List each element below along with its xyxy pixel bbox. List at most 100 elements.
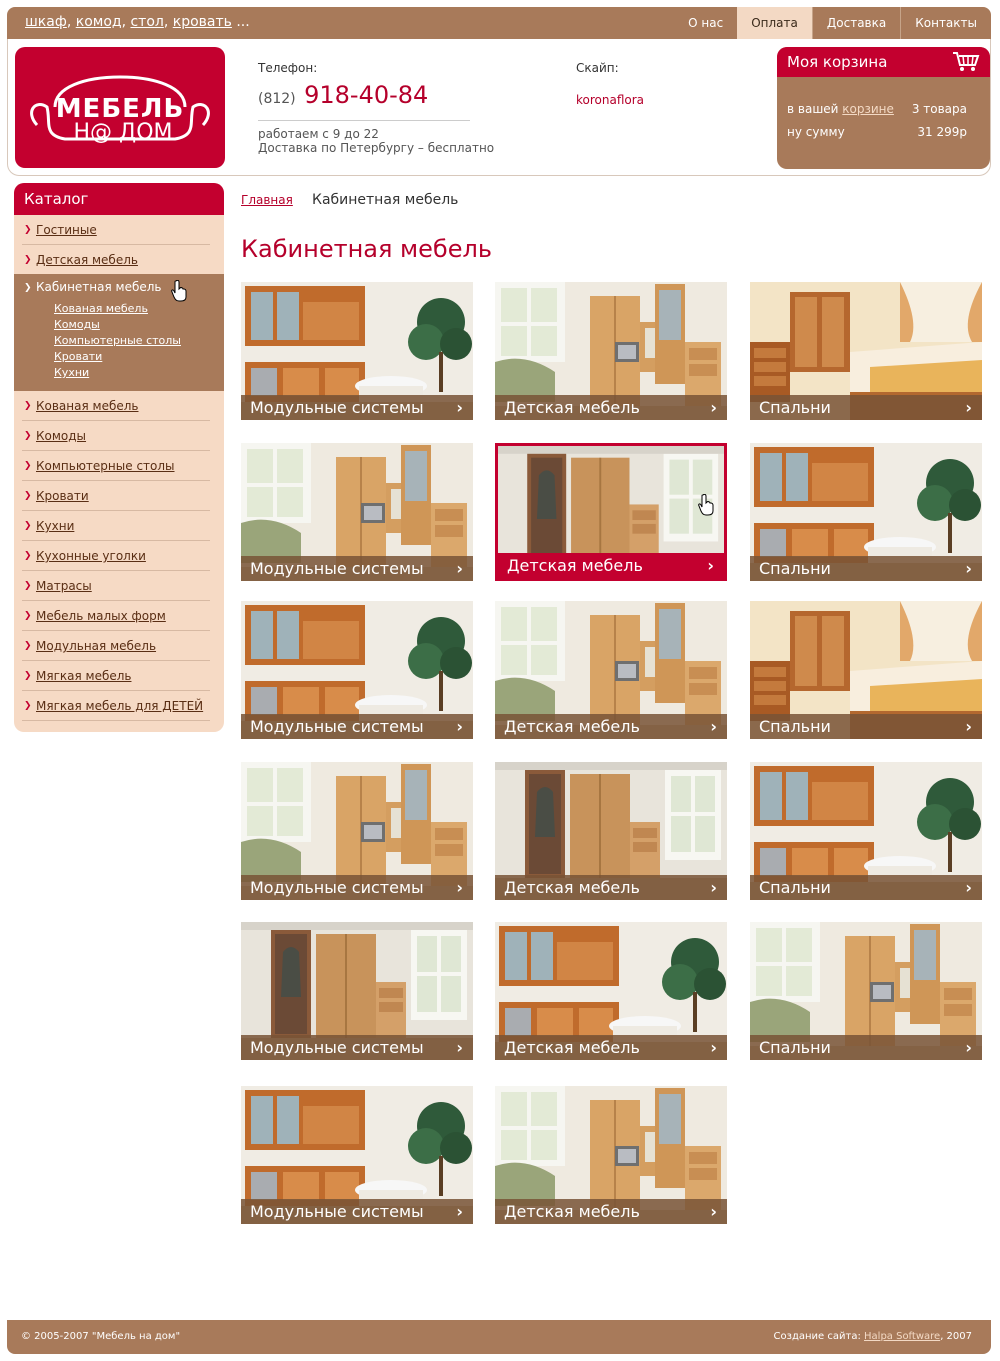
tag-link[interactable]: стол — [130, 14, 163, 30]
tile-caption[interactable]: Спальни › — [750, 1035, 982, 1060]
sidebar-item-label[interactable]: Матрасы — [36, 579, 92, 593]
phone-number: 918-40-84 — [304, 81, 429, 109]
chevron-right-icon: › — [965, 878, 972, 897]
sidebar-subitem[interactable]: Компьютерные столы — [54, 334, 181, 347]
product-tile[interactable]: Детская мебель › — [495, 443, 727, 581]
tile-caption[interactable]: Модульные системы › — [241, 1199, 473, 1224]
tile-caption[interactable]: Модульные системы › — [241, 875, 473, 900]
chevron-right-icon: › — [965, 398, 972, 417]
chevron-right-icon: ❯ — [24, 431, 32, 441]
chevron-right-icon: › — [456, 717, 463, 736]
sidebar-item[interactable]: ❯ Матрасы — [22, 571, 210, 601]
sidebar-item-label[interactable]: Кухни — [36, 519, 74, 533]
credit-link[interactable]: Halpa Software — [864, 1331, 940, 1342]
sidebar-item-label[interactable]: Гостиные — [36, 223, 97, 237]
cart-icon[interactable] — [952, 51, 980, 73]
sidebar-item[interactable]: ❯ Модульная мебель — [22, 631, 210, 661]
product-tile[interactable]: Спальни › — [750, 922, 982, 1060]
site-credit: Создание сайта: Halpa Software, 2007 — [774, 1331, 972, 1342]
tile-caption[interactable]: Детская мебель › — [495, 875, 727, 900]
tag-link[interactable]: шкаф — [25, 14, 67, 30]
nav-contacts[interactable]: Контакты — [900, 7, 991, 39]
sidebar-item-label[interactable]: Мягкая мебель — [36, 669, 131, 683]
sidebar-item[interactable]: ❯ Детская мебель — [22, 245, 210, 275]
sidebar-subitem[interactable]: Кухни — [54, 366, 89, 379]
sidebar-item-label[interactable]: Компьютерные столы — [36, 459, 175, 473]
chevron-right-icon: › — [965, 717, 972, 736]
product-tile[interactable]: Модульные системы › — [241, 443, 473, 581]
tile-caption[interactable]: Детская мебель › — [498, 553, 724, 578]
sidebar-item-active[interactable]: ❯ Кабинетная мебель Кованая мебель Комоды… — [14, 274, 224, 391]
product-tile[interactable]: Детская мебель › — [495, 1086, 727, 1224]
site-logo[interactable]: МЕБЕЛЬ Н@ ДОМ — [15, 47, 225, 168]
hand-cursor-icon — [171, 280, 187, 302]
sidebar-item-label[interactable]: Кованая мебель — [36, 399, 138, 413]
sidebar-item-label[interactable]: Детская мебель — [36, 253, 138, 267]
tile-caption[interactable]: Детская мебель › — [495, 1199, 727, 1224]
product-tile[interactable]: Модульные системы › — [241, 601, 473, 739]
tile-caption[interactable]: Модульные системы › — [241, 395, 473, 420]
nav-about[interactable]: О нас — [674, 7, 737, 39]
sidebar-item[interactable]: ❯ Мягкая мебель — [22, 661, 210, 691]
tile-caption[interactable]: Модульные системы › — [241, 556, 473, 581]
sidebar-subitem[interactable]: Кованая мебель — [54, 302, 148, 315]
product-tile[interactable]: Спальни › — [750, 282, 982, 420]
phone-label: Телефон: — [258, 61, 318, 75]
chevron-right-icon: › — [456, 1202, 463, 1221]
nav-payment[interactable]: Оплата — [737, 7, 812, 39]
product-tile[interactable]: Модульные системы › — [241, 762, 473, 900]
chevron-right-icon: › — [707, 556, 714, 575]
product-tile[interactable]: Детская мебель › — [495, 282, 727, 420]
sidebar-item-label[interactable]: Кровати — [36, 489, 89, 503]
sidebar-item-label[interactable]: Кухонные уголки — [36, 549, 146, 563]
cart-sum-row: ну сумму 31 299р — [787, 125, 967, 139]
sidebar-item[interactable]: ❯ Кованая мебель — [22, 391, 210, 421]
product-tile[interactable]: Спальни › — [750, 762, 982, 900]
tile-caption[interactable]: Спальни › — [750, 875, 982, 900]
sidebar-item[interactable]: ❯ Кухни — [22, 511, 210, 541]
tile-caption[interactable]: Спальни › — [750, 714, 982, 739]
chevron-right-icon: ❯ — [24, 491, 32, 501]
cart-widget: Моя корзина в вашей корзине 3 товара ну … — [777, 47, 990, 169]
cart-link[interactable]: корзине — [842, 102, 894, 116]
cart-sum-label: ну сумму — [787, 125, 845, 139]
sidebar-item[interactable]: ❯ Компьютерные столы — [22, 451, 210, 481]
tile-caption[interactable]: Детская мебель › — [495, 395, 727, 420]
sidebar-item[interactable]: ❯ Комоды — [22, 421, 210, 451]
breadcrumb-home[interactable]: Главная — [241, 193, 293, 207]
product-tile[interactable]: Детская мебель › — [495, 922, 727, 1060]
sidebar-item[interactable]: ❯ Кровати — [22, 481, 210, 511]
tile-label: Детская мебель — [504, 398, 640, 417]
sidebar-subitem[interactable]: Комоды — [54, 318, 100, 331]
sidebar-item[interactable]: ❯ Кухонные уголки — [22, 541, 210, 571]
tile-caption[interactable]: Модульные системы › — [241, 714, 473, 739]
sidebar-item[interactable]: ❯ Мебель малых форм — [22, 601, 210, 631]
sidebar-item-label[interactable]: Мебель малых форм — [36, 609, 166, 623]
product-tile[interactable]: Модульные системы › — [241, 1086, 473, 1224]
product-tile[interactable]: Детская мебель › — [495, 762, 727, 900]
chevron-right-icon: ❯ — [24, 581, 32, 591]
cart-items-prefix: в вашей — [787, 102, 843, 116]
nav-delivery[interactable]: Доставка — [811, 7, 900, 39]
tile-caption[interactable]: Модульные системы › — [241, 1035, 473, 1060]
sidebar-item-label[interactable]: Модульная мебель — [36, 639, 156, 653]
sidebar-item-label[interactable]: Мягкая мебель для ДЕТЕЙ — [36, 699, 203, 713]
sidebar-subitem[interactable]: Кровати — [54, 350, 102, 363]
chevron-right-icon: › — [965, 559, 972, 578]
sidebar-item-label[interactable]: Комоды — [36, 429, 86, 443]
tile-caption[interactable]: Спальни › — [750, 556, 982, 581]
tile-caption[interactable]: Спальни › — [750, 395, 982, 420]
product-tile[interactable]: Спальни › — [750, 443, 982, 581]
sidebar-item[interactable]: ❯ Гостиные — [22, 215, 210, 245]
product-tile[interactable]: Детская мебель › — [495, 601, 727, 739]
sidebar-item[interactable]: ❯ Мягкая мебель для ДЕТЕЙ — [22, 691, 210, 721]
cart-sum: 31 299р — [917, 125, 967, 139]
product-tile[interactable]: Модульные системы › — [241, 282, 473, 420]
tile-caption[interactable]: Детская мебель › — [495, 1035, 727, 1060]
tag-link[interactable]: комод — [76, 14, 122, 30]
tag-link[interactable]: кровать — [173, 14, 232, 30]
product-tile[interactable]: Спальни › — [750, 601, 982, 739]
tile-caption[interactable]: Детская мебель › — [495, 714, 727, 739]
tile-label: Спальни — [759, 559, 831, 578]
product-tile[interactable]: Модульные системы › — [241, 922, 473, 1060]
